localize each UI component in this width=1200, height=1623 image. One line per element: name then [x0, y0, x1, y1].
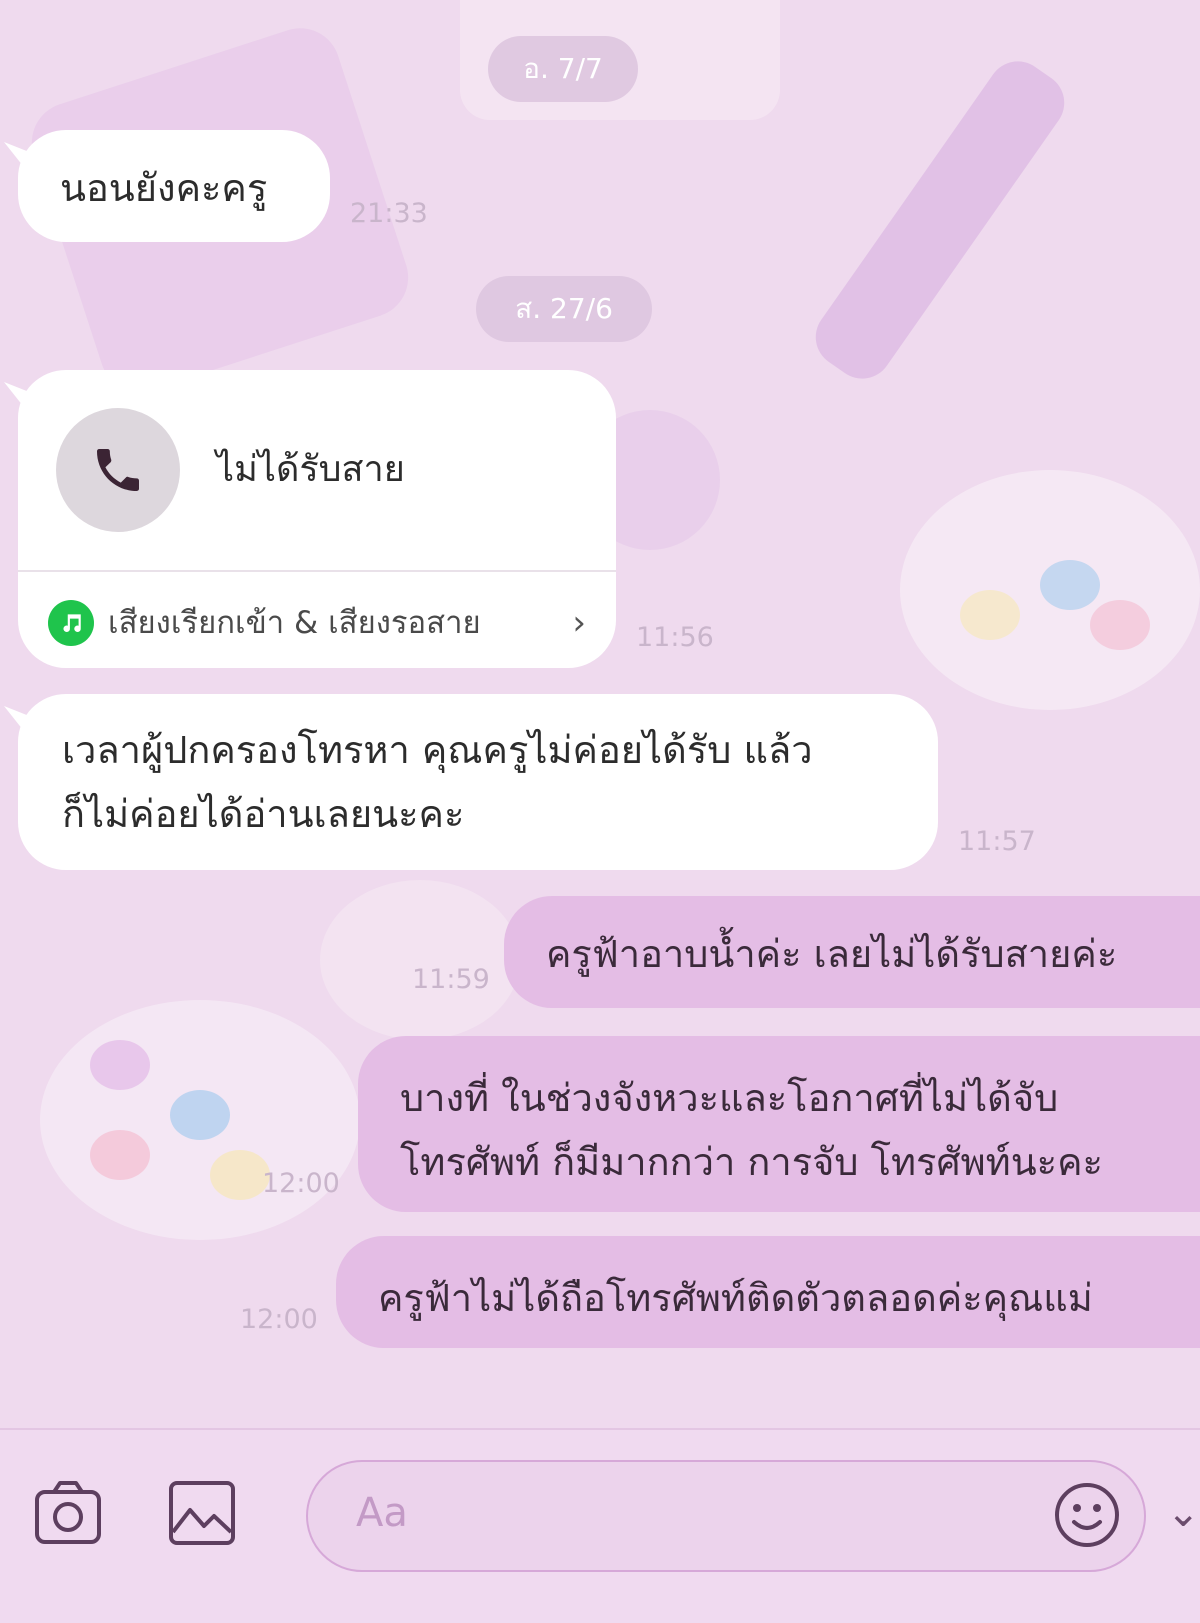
missed-call-row[interactable]: ไม่ได้รับสาย — [18, 370, 616, 570]
phone-icon — [56, 408, 180, 532]
incoming-message[interactable]: นอนยังคะครู — [18, 130, 330, 242]
incoming-message[interactable]: เวลาผู้ปกครองโทรหา คุณครูไม่ค่อยได้รับ แ… — [18, 694, 938, 870]
message-time: 12:00 — [262, 1168, 340, 1199]
missed-call-card[interactable]: ไม่ได้รับสาย เสียงเรียกเข้า & เสียงรอสาย… — [18, 370, 616, 668]
message-line: บางที่ ในช่วงจังหวะและโอกาศที่ไม่ได้จับ — [400, 1076, 1059, 1120]
outgoing-message[interactable]: บางที่ ในช่วงจังหวะและโอกาศที่ไม่ได้จับ … — [358, 1036, 1200, 1212]
ringtone-link[interactable]: เสียงเรียกเข้า & เสียงรอสาย › — [18, 572, 616, 674]
input-placeholder: Aa — [356, 1490, 408, 1536]
image-icon[interactable] — [168, 1480, 236, 1550]
message-time: 21:33 — [350, 198, 428, 229]
missed-call-label: ไม่ได้รับสาย — [216, 449, 405, 490]
chevron-right-icon: › — [572, 603, 586, 643]
message-text: นอนยังคะครู — [60, 166, 268, 210]
message-input[interactable]: Aa — [306, 1460, 1146, 1572]
date-separator: อ. 7/7 — [488, 36, 638, 102]
message-time: 11:56 — [636, 622, 714, 653]
message-input-bar: Aa ⌄ — [0, 1428, 1200, 1623]
outgoing-message[interactable]: ครูฟ้าไม่ได้ถือโทรศัพท์ติดตัวตลอดค่ะคุณแ… — [336, 1236, 1200, 1348]
ringtone-label: เสียงเรียกเข้า & เสียงรอสาย — [108, 605, 481, 641]
date-separator: ส. 27/6 — [476, 276, 652, 342]
message-time: 11:59 — [412, 964, 490, 995]
camera-icon[interactable] — [34, 1480, 102, 1550]
music-note-icon — [48, 600, 94, 646]
message-time: 11:57 — [958, 826, 1036, 857]
chat-thread[interactable]: อ. 7/7 นอนยังคะครู 21:33 ส. 27/6 ไม่ได้ร… — [0, 0, 1200, 1428]
message-text: ครูฟ้าไม่ได้ถือโทรศัพท์ติดตัวตลอดค่ะคุณแ… — [378, 1276, 1093, 1320]
message-line: เวลาผู้ปกครองโทรหา คุณครูไม่ค่อยได้รับ แ… — [62, 728, 813, 772]
message-line: โทรศัพท์ ก็มีมากกว่า การจับ โทรศัพท์นะคะ — [400, 1140, 1103, 1184]
send-edge-icon[interactable]: ⌄ — [1166, 1490, 1200, 1536]
message-time: 12:00 — [240, 1304, 318, 1335]
smiley-icon[interactable] — [1052, 1480, 1122, 1554]
message-line: ก็ไม่ค่อยได้อ่านเลยนะคะ — [62, 792, 465, 836]
message-text: ครูฟ้าอาบน้ำค่ะ เลยไม่ได้รับสายค่ะ — [546, 932, 1118, 976]
outgoing-message[interactable]: ครูฟ้าอาบน้ำค่ะ เลยไม่ได้รับสายค่ะ — [504, 896, 1200, 1008]
